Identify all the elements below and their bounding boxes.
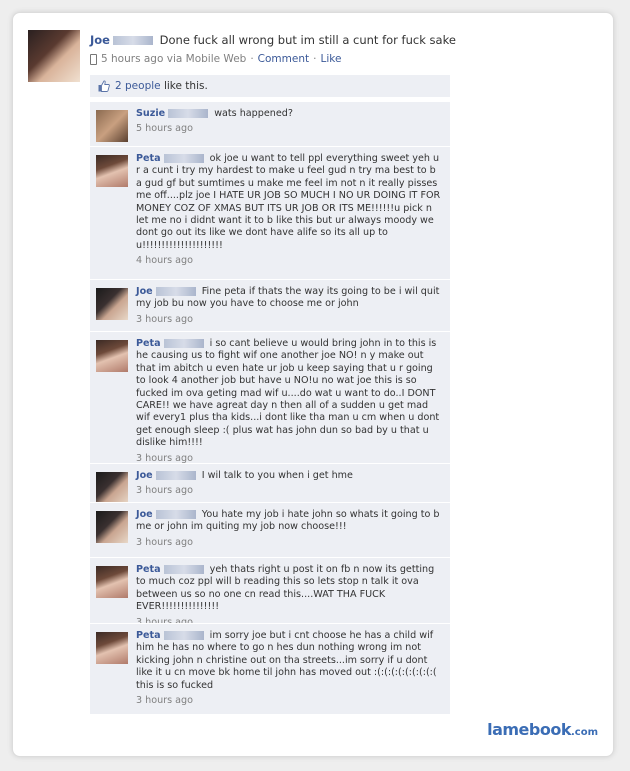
- comment-author[interactable]: Joe: [136, 286, 153, 297]
- comment-author[interactable]: Peta: [136, 153, 161, 164]
- comment-avatar[interactable]: [96, 288, 128, 320]
- post-meta: 5 hours ago via Mobile Web · Comment · L…: [90, 52, 590, 67]
- comment-time: 3 hours ago: [136, 695, 194, 707]
- comment-body: Peta i so cant believe u would bring joh…: [136, 338, 444, 465]
- comment: Peta im sorry joe but i cnt choose he ha…: [90, 623, 450, 714]
- comment: Peta yeh thats right u post it on fb n n…: [90, 557, 450, 628]
- mobile-phone-icon: [90, 54, 97, 65]
- post-text: Done fuck all wrong but im still a cunt …: [159, 33, 456, 47]
- separator: ·: [250, 53, 254, 65]
- comment-body: Peta yeh thats right u post it on fb n n…: [136, 564, 444, 629]
- comment: Joe You hate my job i hate john so whats…: [90, 502, 450, 557]
- redacted-surname: [155, 509, 196, 519]
- comment-author[interactable]: Peta: [136, 630, 161, 641]
- comment-time: 3 hours ago: [136, 485, 194, 497]
- comment: Peta ok joe u want to tell ppl everythin…: [90, 146, 450, 279]
- comment-time: 4 hours ago: [136, 255, 194, 267]
- redacted-surname: [168, 108, 209, 118]
- comment: Peta i so cant believe u would bring joh…: [90, 331, 450, 465]
- comment-avatar[interactable]: [96, 110, 128, 142]
- comment-avatar[interactable]: [96, 511, 128, 543]
- like-link[interactable]: Like: [320, 52, 341, 67]
- comment-avatar[interactable]: [96, 340, 128, 372]
- comment-body: Joe Fine peta if thats the way its going…: [136, 286, 444, 326]
- post-author-name[interactable]: Joe: [90, 33, 110, 47]
- comment-author[interactable]: Peta: [136, 564, 161, 575]
- likes-count-link[interactable]: 2 people: [115, 80, 161, 92]
- redacted-surname: [155, 470, 196, 480]
- comment-time: 3 hours ago: [136, 536, 194, 548]
- comment-link[interactable]: Comment: [258, 52, 309, 67]
- comment: Joe Fine peta if thats the way its going…: [90, 279, 450, 331]
- comment-body: Peta im sorry joe but i cnt choose he ha…: [136, 630, 444, 707]
- likes-suffix: like this.: [163, 80, 208, 92]
- brand-tld: .com: [570, 727, 598, 738]
- redacted-surname: [163, 338, 204, 348]
- comment-avatar[interactable]: [96, 155, 128, 187]
- redacted-surname: [163, 630, 204, 640]
- comment-text: I wil talk to you when i get hme: [201, 470, 353, 481]
- comment-avatar[interactable]: [96, 566, 128, 598]
- comment-author[interactable]: Joe: [136, 509, 153, 520]
- post-author-avatar[interactable]: [28, 30, 80, 82]
- redacted-surname: [163, 564, 204, 574]
- comment: Suzie wats happened? 5 hours ago: [90, 101, 450, 146]
- likes-bar: 2 people like this.: [90, 75, 450, 97]
- redacted-surname: [112, 36, 153, 45]
- separator: ·: [313, 53, 317, 65]
- comment-body: Joe You hate my job i hate john so whats…: [136, 509, 444, 549]
- redacted-surname: [155, 286, 196, 296]
- comment-body: Peta ok joe u want to tell ppl everythin…: [136, 153, 444, 268]
- comment-time: 5 hours ago: [136, 123, 194, 135]
- comment-author[interactable]: Suzie: [136, 108, 165, 119]
- comment-time: 3 hours ago: [136, 313, 194, 325]
- redacted-surname: [163, 153, 204, 163]
- comment-avatar[interactable]: [96, 472, 128, 504]
- comment-author[interactable]: Joe: [136, 470, 153, 481]
- comment-avatar[interactable]: [96, 632, 128, 664]
- brand-name: lamebook: [487, 720, 571, 739]
- lamebook-logo: lamebook.com: [487, 720, 598, 739]
- comment: Joe I wil talk to you when i get hme 3 ho…: [90, 463, 450, 504]
- post-time: 5 hours ago via Mobile Web: [101, 53, 247, 65]
- comment-text: wats happened?: [214, 108, 293, 119]
- comment-text: ok joe u want to tell ppl everything swe…: [136, 153, 441, 251]
- comment-body: Suzie wats happened? 5 hours ago: [136, 108, 444, 136]
- comment-text: i so cant believe u would bring john in …: [136, 338, 440, 449]
- status-post: Joe Done fuck all wrong but im still a c…: [90, 33, 590, 67]
- comment-author[interactable]: Peta: [136, 338, 161, 349]
- thumbs-up-icon: [98, 80, 110, 92]
- comment-body: Joe I wil talk to you when i get hme 3 ho…: [136, 470, 444, 498]
